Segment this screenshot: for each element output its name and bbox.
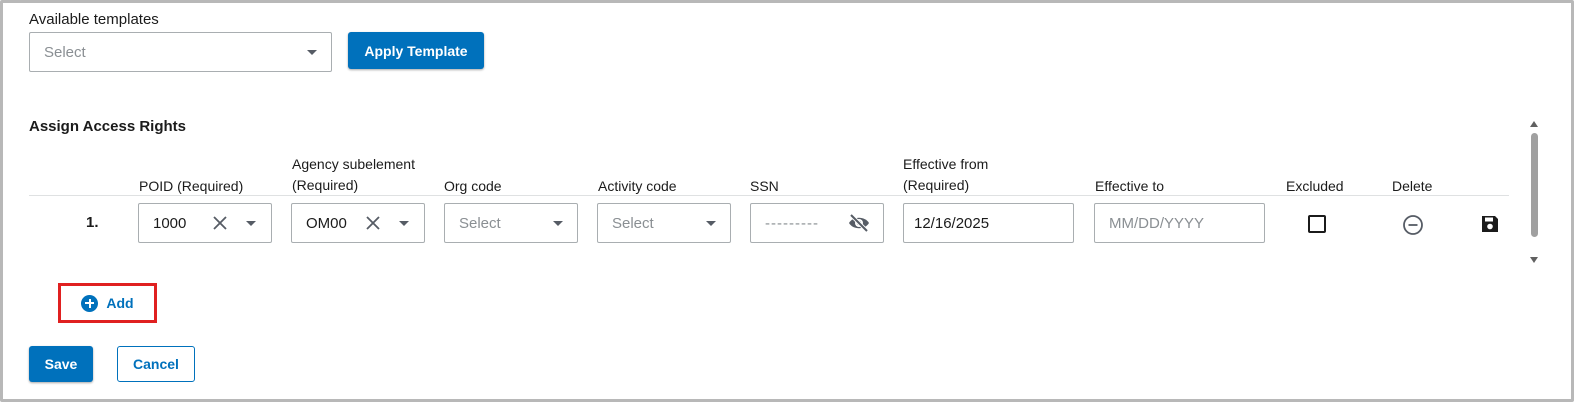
minus-circle-icon[interactable]: [1402, 214, 1424, 236]
row-number: 1.: [86, 214, 99, 231]
column-header-delete: Delete: [1392, 178, 1433, 194]
activity-code-select[interactable]: Select: [597, 203, 731, 243]
effective-to-input[interactable]: MM/DD/YYYY: [1094, 203, 1265, 243]
save-button[interactable]: Save: [29, 346, 93, 382]
chevron-down-icon: [553, 221, 563, 226]
column-header-agency-line1: Agency subelement: [292, 156, 415, 172]
column-header-effective-from: Effective from (Required): [903, 154, 988, 196]
org-code-placeholder: Select: [459, 215, 501, 232]
chevron-down-icon: [307, 50, 317, 55]
eye-off-icon[interactable]: [847, 213, 871, 233]
template-select[interactable]: Select: [29, 32, 332, 72]
column-header-org-code: Org code: [444, 178, 502, 194]
available-templates-label: Available templates: [29, 11, 159, 28]
effective-from-value: 12/16/2025: [914, 215, 990, 232]
column-header-excluded: Excluded: [1286, 178, 1344, 194]
scroll-up-arrow-icon[interactable]: [1530, 121, 1538, 127]
poid-select[interactable]: 1000: [138, 203, 272, 243]
activity-code-placeholder: Select: [612, 215, 654, 232]
cancel-button[interactable]: Cancel: [117, 346, 195, 382]
add-row-label: Add: [106, 295, 134, 311]
effective-from-input[interactable]: 12/16/2025: [903, 203, 1074, 243]
effective-to-placeholder: MM/DD/YYYY: [1109, 215, 1205, 232]
floppy-disk-icon[interactable]: [1480, 214, 1500, 234]
chevron-down-icon: [399, 221, 409, 226]
agency-subelement-value: OM00: [306, 215, 347, 232]
ssn-masked-value: ---------: [765, 215, 819, 232]
column-header-effective-from-line1: Effective from: [903, 156, 989, 172]
assign-access-rights-title: Assign Access Rights: [29, 118, 186, 135]
column-header-effective-from-line2: (Required): [903, 177, 970, 193]
poid-value: 1000: [153, 215, 187, 232]
column-header-agency-line2: (Required): [292, 177, 359, 193]
excluded-checkbox[interactable]: [1308, 215, 1326, 233]
column-header-effective-to: Effective to: [1095, 178, 1165, 194]
close-icon[interactable]: [211, 214, 229, 232]
template-select-placeholder: Select: [44, 44, 86, 61]
plus-circle-icon: [81, 294, 99, 312]
agency-subelement-select[interactable]: OM00: [291, 203, 425, 243]
org-code-select[interactable]: Select: [444, 203, 578, 243]
column-header-poid: POID (Required): [139, 178, 244, 194]
close-icon[interactable]: [364, 214, 382, 232]
ssn-input[interactable]: ---------: [750, 203, 884, 243]
apply-template-button[interactable]: Apply Template: [348, 32, 484, 69]
chevron-down-icon: [706, 221, 716, 226]
column-header-activity-code: Activity code: [598, 178, 677, 194]
scroll-down-arrow-icon[interactable]: [1530, 257, 1538, 263]
add-row-button[interactable]: Add: [58, 283, 157, 323]
scrollbar-thumb[interactable]: [1531, 133, 1538, 237]
column-header-agency: Agency subelement (Required): [292, 154, 415, 196]
table-header-divider: [29, 195, 1509, 196]
column-header-ssn: SSN: [750, 178, 779, 194]
chevron-down-icon: [246, 221, 256, 226]
